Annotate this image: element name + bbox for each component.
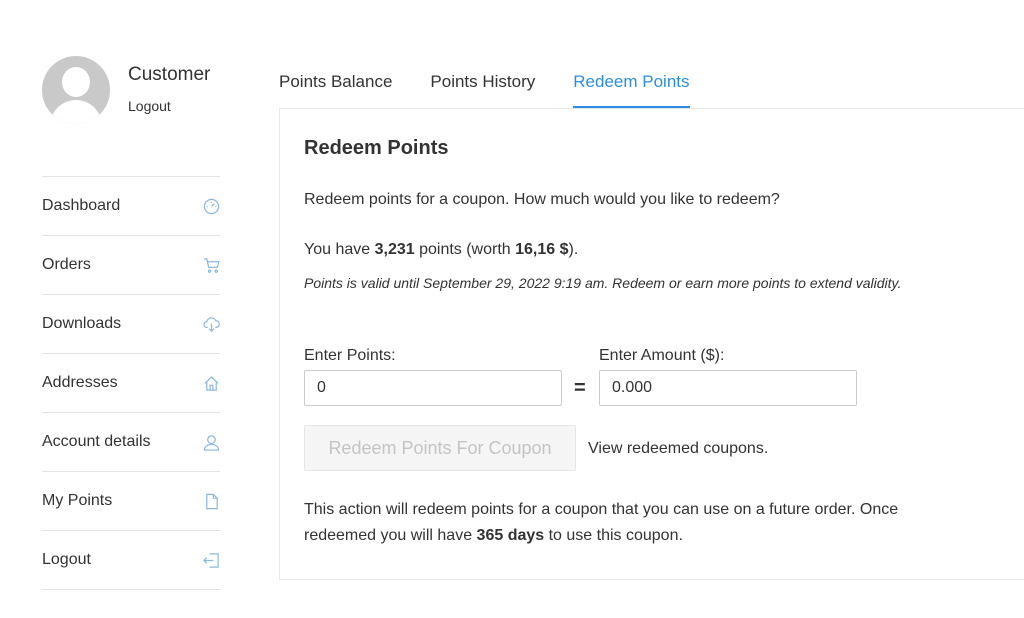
balance-suffix: ). [568,241,579,258]
redeem-coupon-button[interactable]: Redeem Points For Coupon [304,425,576,471]
points-validity: Points is valid until September 29, 2022… [304,275,902,291]
nav-item-downloads[interactable]: Downloads [42,295,220,354]
account-sidebar: Customer Logout Dashboard Orders Downloa… [42,56,220,590]
nav-item-orders[interactable]: Orders [42,236,220,295]
tab-points-balance[interactable]: Points Balance [279,62,392,108]
points-balance-line: You have 3,231 points (worth 16,16 $). [304,241,578,259]
tab-redeem-points[interactable]: Redeem Points [573,62,690,108]
nav-item-label: Downloads [42,315,122,332]
view-redeemed-coupons-link[interactable]: View redeemed coupons. [588,440,768,458]
profile-name: Customer [128,64,211,85]
points-input[interactable] [304,370,562,406]
points-tabs: Points Balance Points History Redeem Poi… [279,62,728,110]
balance-middle: points (worth [414,241,516,258]
avatar-body [50,100,102,124]
worth-value: 16,16 $ [515,241,569,258]
nav-item-account-details[interactable]: Account details [42,413,220,472]
note-days: 365 days [476,527,545,544]
nav-item-my-points[interactable]: My Points [42,472,220,531]
nav-item-dashboard[interactable]: Dashboard [42,177,220,236]
logout-icon [202,551,220,569]
redeem-intro: Redeem points for a coupon. How much wou… [304,191,780,208]
nav-item-label: My Points [42,492,113,509]
nav-item-label: Orders [42,256,91,273]
points-value: 3,231 [374,241,415,258]
profile-logout-link[interactable]: Logout [128,98,171,114]
avatar [42,56,110,124]
nav-item-label: Dashboard [42,197,121,214]
redeem-panel: Redeem Points Redeem points for a coupon… [279,108,1024,580]
balance-prefix: You have [304,241,375,258]
account-nav: Dashboard Orders Downloads Addresses Acc… [42,176,220,590]
document-icon [202,492,220,510]
equals-sign: = [574,377,586,399]
amount-label: Enter Amount ($): [599,347,725,364]
nav-item-addresses[interactable]: Addresses [42,354,220,413]
note-suffix: to use this coupon. [544,527,683,544]
user-icon [202,433,220,451]
gauge-icon [202,197,220,215]
tab-points-history[interactable]: Points History [430,62,535,108]
home-icon [202,374,220,392]
nav-item-label: Logout [42,551,91,568]
panel-title: Redeem Points [304,137,449,159]
cloud-download-icon [202,315,220,333]
nav-item-label: Addresses [42,374,118,391]
nav-item-logout[interactable]: Logout [42,531,220,590]
points-label: Enter Points: [304,347,396,364]
nav-item-label: Account details [42,433,151,450]
redeem-note: This action will redeem points for a cou… [304,497,944,549]
profile-block: Customer Logout [42,56,220,176]
amount-input[interactable] [599,370,857,406]
avatar-head [62,67,90,97]
cart-icon [202,256,220,274]
